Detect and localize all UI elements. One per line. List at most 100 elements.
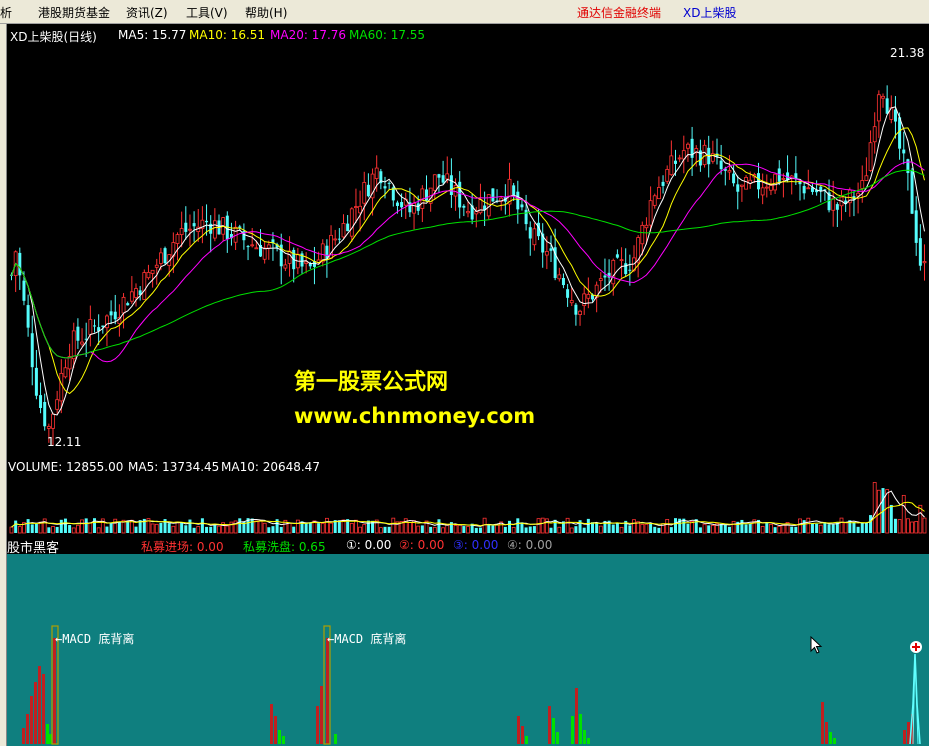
volume-bar — [707, 525, 711, 533]
candle-body — [184, 222, 188, 232]
candle-body — [142, 272, 147, 300]
candle-body — [246, 246, 250, 248]
candle-body — [55, 399, 60, 410]
indicator-chart[interactable]: ←MACD 底背离 ←MACD 底背离 — [7, 554, 929, 746]
menu-item-analysis[interactable]: 析 — [0, 4, 12, 21]
volume-bar — [744, 524, 748, 533]
volume-bar — [349, 523, 354, 534]
volume-bar — [910, 521, 914, 534]
candle-body — [491, 188, 495, 202]
volume-bar — [109, 522, 113, 533]
candle-body — [358, 205, 363, 214]
candle-body — [640, 224, 645, 245]
volume-bar — [466, 526, 470, 534]
menu-item-news[interactable]: 资讯(Z) — [126, 4, 168, 21]
volume-bar — [80, 519, 84, 534]
macd-divergence-annotation: ←MACD 底背离 — [55, 632, 135, 646]
volume-bar — [88, 522, 93, 534]
volume-bar — [686, 523, 690, 533]
indicator-bar — [525, 736, 528, 744]
candle-body — [524, 209, 528, 225]
price-chart[interactable]: XD上柴股(日线) MA5: 15.77 MA10: 16.51 MA20: 1… — [7, 24, 929, 457]
indicator-bar — [552, 718, 555, 744]
ma5-readout: MA5: 15.77 — [118, 28, 187, 42]
candle-body — [362, 182, 367, 204]
candle-body — [121, 296, 126, 314]
candle-body — [918, 238, 922, 266]
candle-body — [30, 333, 34, 368]
volume-bar — [320, 522, 325, 534]
volume-bar — [760, 525, 765, 534]
candle-body — [188, 228, 192, 231]
volume-bar — [432, 526, 437, 534]
candle-body — [732, 173, 736, 184]
candle-body — [885, 98, 889, 114]
candle-body — [51, 413, 55, 429]
volume-bar — [508, 520, 511, 533]
candle-body — [702, 144, 707, 166]
candle-body — [922, 261, 927, 264]
indicator-bar — [42, 674, 45, 744]
candle-body — [346, 223, 350, 232]
candle-body — [736, 184, 740, 192]
menu-item-hk-futures[interactable]: 港股期货基金 — [38, 4, 110, 21]
volume-bar — [378, 527, 383, 534]
volume-ma5-readout: MA5: 13734.45 — [128, 460, 220, 474]
candle-body — [462, 205, 466, 208]
volume-bar — [698, 527, 702, 533]
indicator-bar — [521, 726, 524, 744]
stock-name-tab[interactable]: XD上柴股 — [683, 4, 736, 21]
candle-body — [205, 220, 209, 223]
candle-body — [806, 187, 811, 190]
volume-bar — [893, 518, 897, 533]
left-scroll-strip[interactable] — [0, 24, 7, 746]
candle-body — [798, 181, 802, 185]
volume-bar — [491, 525, 495, 533]
candle-body — [416, 203, 420, 211]
volume-bar — [262, 522, 267, 534]
candle-body — [354, 206, 358, 209]
volume-bar — [843, 522, 848, 534]
candle-body — [831, 198, 836, 211]
volume-bar — [387, 526, 391, 533]
volume-bar — [723, 524, 727, 533]
volume-chart[interactable]: VOLUME: 12855.00 MA5: 13734.45 MA10: 206… — [7, 457, 929, 536]
volume-bar — [690, 521, 694, 534]
candle-body — [458, 181, 462, 208]
menu-bar: 析 港股期货基金 资讯(Z) 工具(V) 帮助(H) 通达信金融终端 XD上柴股 — [0, 0, 929, 24]
candle-body — [781, 178, 786, 180]
volume-bar — [188, 519, 192, 533]
volume-bar — [113, 518, 118, 534]
indicator-bar — [579, 714, 582, 744]
volume-bar — [171, 525, 176, 534]
volume-bar — [860, 522, 864, 533]
volume-bar — [628, 525, 632, 533]
indicator-bar — [517, 716, 520, 744]
volume-bar — [731, 520, 736, 534]
volume-bar — [441, 527, 446, 534]
menu-item-tools[interactable]: 工具(V) — [186, 4, 228, 21]
candle-body — [686, 143, 690, 149]
menu-item-help[interactable]: 帮助(H) — [245, 4, 287, 21]
candle-body — [819, 186, 823, 191]
candle-body — [760, 187, 765, 196]
candle-body — [727, 170, 732, 173]
volume-bar — [710, 525, 715, 534]
indicator-bar — [53, 638, 56, 744]
volume-bar — [17, 526, 22, 534]
volume-bar — [794, 526, 798, 533]
volume-bar — [582, 527, 586, 533]
candle-body — [876, 94, 881, 122]
candle-body — [441, 175, 445, 183]
volume-bar — [831, 524, 835, 533]
candle-body — [566, 289, 570, 298]
indicator-bar — [46, 724, 49, 744]
candle-body — [665, 169, 670, 182]
volume-bar — [781, 524, 786, 534]
volume-bar — [511, 527, 516, 534]
volume-bar — [765, 523, 769, 533]
ma60-readout: MA60: 17.55 — [349, 28, 426, 42]
candle-body — [624, 263, 628, 275]
volume-bar — [569, 527, 574, 534]
volume-bar — [922, 517, 927, 534]
